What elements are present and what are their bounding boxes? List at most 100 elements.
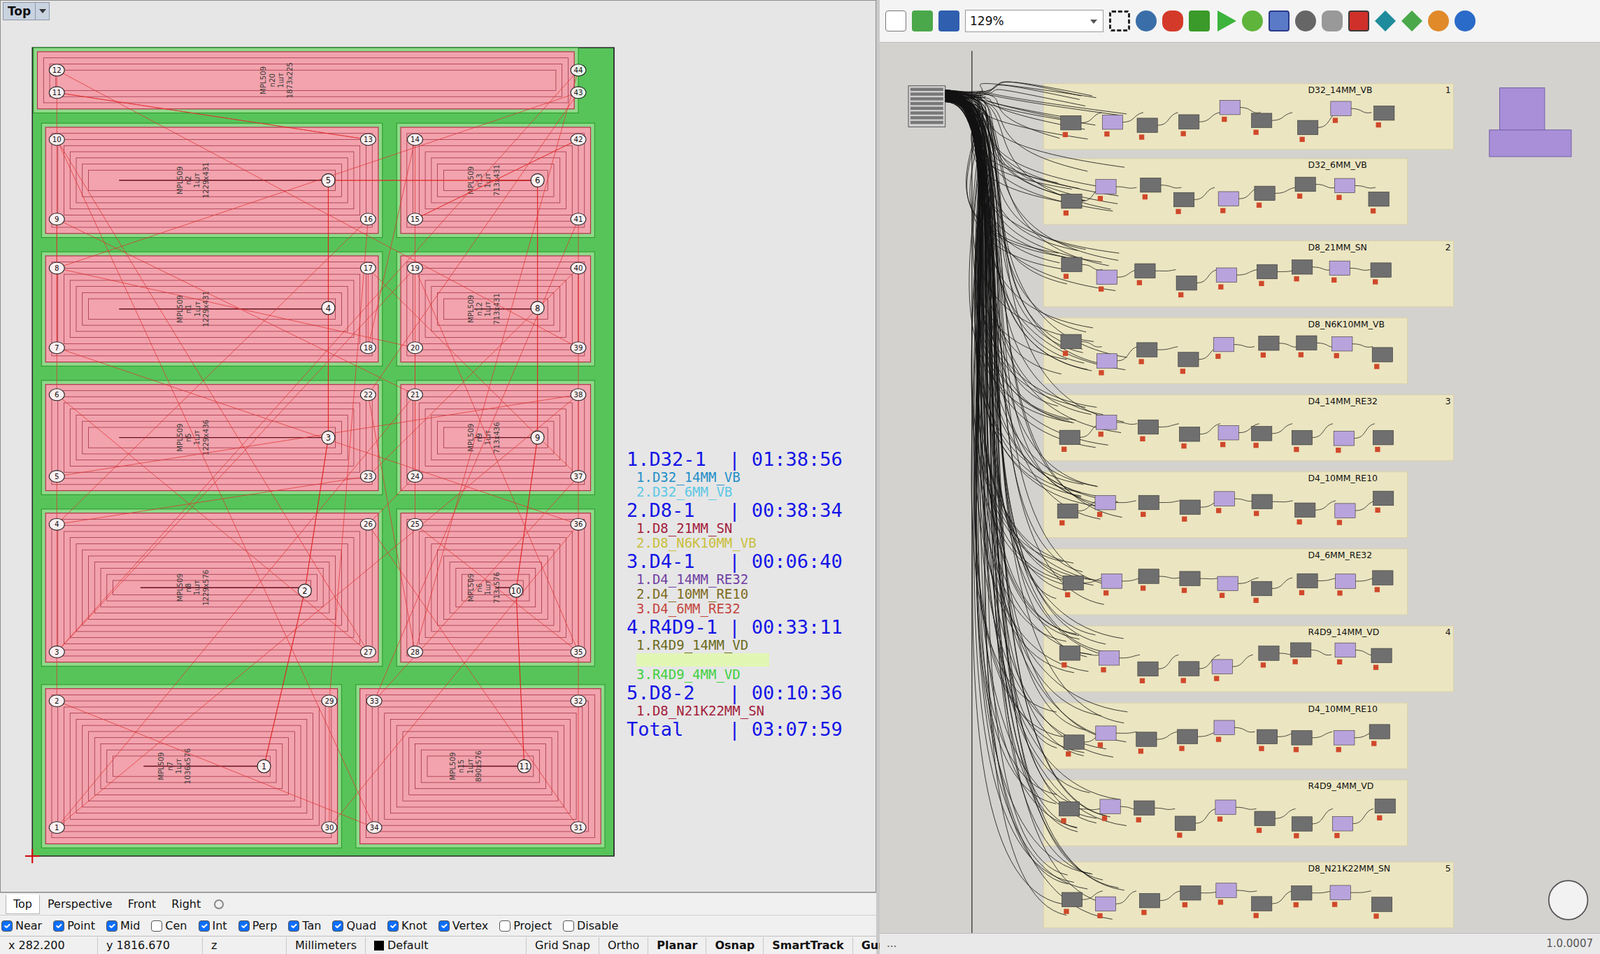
component[interactable] xyxy=(1060,334,1082,349)
component[interactable] xyxy=(1095,179,1117,195)
point-marker[interactable]: 28 xyxy=(407,646,424,659)
operation-marker[interactable]: 9 xyxy=(530,430,545,445)
point-marker[interactable]: 19 xyxy=(407,262,424,275)
osnap-checkbox[interactable] xyxy=(1,920,13,932)
operation-marker[interactable]: 3 xyxy=(321,430,335,445)
component[interactable] xyxy=(1251,896,1273,912)
panel[interactable]: MPL509n81шт1229x576 xyxy=(41,509,382,667)
viewport-tab[interactable]: Right xyxy=(163,894,209,914)
component[interactable] xyxy=(1061,892,1082,907)
component[interactable] xyxy=(1258,335,1280,351)
component[interactable] xyxy=(1217,576,1238,591)
grasshopper-canvas[interactable]: D32_14MM_VB1D32_6MM_VBD8_21MM_SN2D8_N6K1… xyxy=(879,42,1600,933)
component[interactable] xyxy=(1137,419,1159,435)
component[interactable] xyxy=(1179,571,1200,587)
component-group[interactable] xyxy=(1043,625,1454,692)
component[interactable] xyxy=(1173,192,1194,207)
component-group[interactable] xyxy=(1043,702,1407,769)
point-marker[interactable]: 17 xyxy=(360,262,376,275)
point-marker[interactable]: 13 xyxy=(360,133,376,146)
component[interactable] xyxy=(1218,425,1239,440)
osnap-option[interactable]: Tan xyxy=(288,917,321,935)
units-label[interactable]: Millimeters xyxy=(286,937,366,954)
component[interactable] xyxy=(1102,114,1123,130)
component[interactable] xyxy=(1058,801,1080,817)
viewport-tab[interactable]: Front xyxy=(120,894,164,914)
component[interactable] xyxy=(1057,503,1078,519)
osnap-option[interactable]: Quad xyxy=(332,917,377,935)
component[interactable] xyxy=(1062,575,1084,591)
recompute-icon[interactable] xyxy=(1241,10,1263,32)
viewport-tab[interactable]: Top xyxy=(5,894,40,914)
component[interactable] xyxy=(1251,426,1273,442)
component[interactable] xyxy=(1218,191,1239,207)
point-marker[interactable]: 36 xyxy=(570,518,587,531)
panel[interactable]: MPL509n121шт713x431 xyxy=(396,251,595,366)
component[interactable] xyxy=(1216,883,1237,898)
component[interactable] xyxy=(1059,430,1080,445)
viewport-tab[interactable]: Perspective xyxy=(39,894,121,914)
osnap-option[interactable]: Perp xyxy=(238,917,278,935)
point-marker[interactable]: 43 xyxy=(570,86,587,99)
dropdown-arrow-icon[interactable] xyxy=(35,2,50,21)
operation-marker[interactable]: 6 xyxy=(530,173,545,187)
component[interactable] xyxy=(1138,569,1159,584)
osnap-checkbox[interactable] xyxy=(332,920,344,932)
component[interactable] xyxy=(1139,893,1160,908)
component[interactable] xyxy=(1213,720,1235,735)
component[interactable] xyxy=(1258,646,1280,661)
component[interactable] xyxy=(1137,342,1158,358)
component[interactable] xyxy=(1179,114,1200,130)
component-group[interactable] xyxy=(1043,548,1407,615)
component-group[interactable] xyxy=(1043,472,1407,538)
component[interactable] xyxy=(1134,263,1156,279)
point-marker[interactable]: 39 xyxy=(570,341,587,354)
component[interactable] xyxy=(1334,642,1356,658)
point-marker[interactable]: 29 xyxy=(321,695,338,707)
panel[interactable]: MPL509n21шт1229x431 xyxy=(41,123,382,238)
component[interactable] xyxy=(1096,415,1117,431)
operation-marker[interactable]: 1 xyxy=(257,759,271,773)
osnap-option[interactable]: Int xyxy=(198,917,228,935)
osnap-option[interactable]: Near xyxy=(1,917,42,935)
navigation-icon[interactable] xyxy=(1548,880,1589,920)
viewport-title[interactable]: Top xyxy=(2,2,50,21)
point-marker[interactable]: 26 xyxy=(360,518,376,531)
layer-indicator[interactable]: Default xyxy=(365,937,527,954)
component[interactable] xyxy=(1179,500,1200,515)
point-marker[interactable]: 8 xyxy=(48,262,65,275)
component[interactable] xyxy=(1134,800,1155,816)
component[interactable] xyxy=(1179,661,1200,677)
component[interactable] xyxy=(1215,800,1236,815)
component-group[interactable] xyxy=(1043,240,1454,307)
point-marker[interactable]: 12 xyxy=(48,64,65,77)
point-marker[interactable]: 15 xyxy=(407,213,424,226)
shaded-icon[interactable] xyxy=(1374,10,1396,32)
osnap-checkbox[interactable] xyxy=(238,920,250,932)
osnap-option[interactable]: Point xyxy=(53,917,96,935)
point-marker[interactable]: 1 xyxy=(48,821,65,834)
component[interactable] xyxy=(1140,177,1161,193)
component[interactable] xyxy=(1095,725,1117,741)
component[interactable] xyxy=(1178,352,1199,368)
component[interactable] xyxy=(1211,659,1233,675)
component[interactable] xyxy=(1334,730,1355,746)
component-group[interactable] xyxy=(1043,779,1407,846)
status-toggle[interactable]: Osnap xyxy=(706,937,764,954)
component[interactable] xyxy=(1256,264,1277,280)
panel[interactable]: MPL509n151шт890x576 xyxy=(355,684,605,849)
component[interactable] xyxy=(1095,495,1116,510)
point-marker[interactable]: 25 xyxy=(407,518,424,531)
component[interactable] xyxy=(1334,503,1356,519)
point-marker[interactable]: 7 xyxy=(48,341,65,354)
component[interactable] xyxy=(1295,176,1316,192)
component[interactable] xyxy=(1371,648,1392,663)
point-marker[interactable]: 30 xyxy=(321,821,338,834)
point-marker[interactable]: 31 xyxy=(570,821,587,834)
open-folder-icon[interactable] xyxy=(911,10,933,32)
wire-icon[interactable] xyxy=(1321,10,1343,32)
component[interactable] xyxy=(1291,260,1312,275)
component[interactable] xyxy=(1370,262,1391,278)
operation-marker[interactable]: 11 xyxy=(517,759,531,773)
component[interactable] xyxy=(1372,347,1393,363)
